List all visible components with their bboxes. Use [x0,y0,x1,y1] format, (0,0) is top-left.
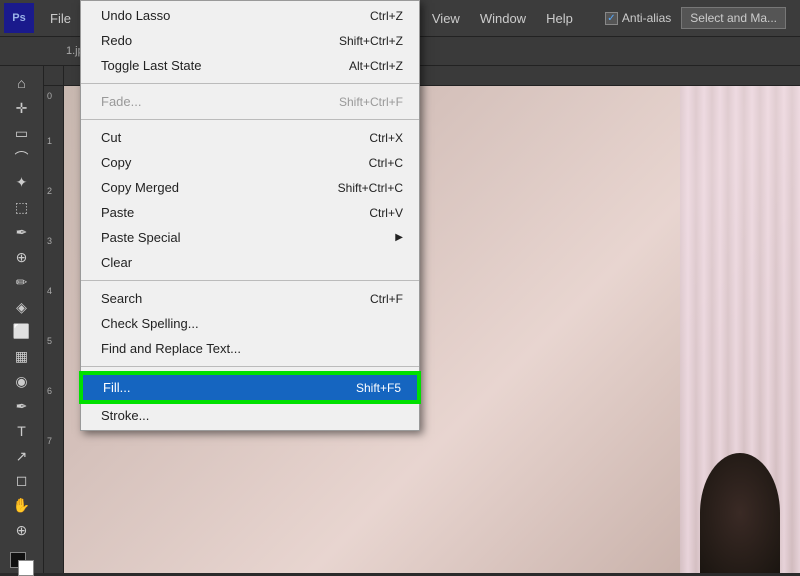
menu-section-5: Fill... Shift+F5 Stroke... [81,370,419,430]
menu-item-clear[interactable]: Clear [81,250,419,275]
menu-item-cut[interactable]: Cut Ctrl+X [81,125,419,150]
menu-section-4: Search Ctrl+F Check Spelling... Find and… [81,284,419,363]
ps-logo: Ps [4,3,34,33]
menu-bar-right: ✓ Anti-alias Select and Ma... [605,7,796,29]
ruler-left-4: 4 [45,286,54,296]
menu-item-search[interactable]: Search Ctrl+F [81,286,419,311]
menu-section-2: Fade... Shift+Ctrl+F [81,87,419,116]
left-toolbar: ⌂ ✛ ▭ ⌒ ✦ ⬚ ✒ ⊕ ✏ ◈ ⬜ ▦ ◉ ✒ T ↗ ◻ ✋ ⊕ [0,66,44,573]
anti-alias-control[interactable]: ✓ Anti-alias [605,11,671,25]
ruler-left-3: 3 [45,236,54,246]
select-mask-button[interactable]: Select and Ma... [681,7,786,29]
marquee-tool[interactable]: ▭ [4,122,40,145]
text-tool[interactable]: T [4,420,40,443]
menu-item-stroke[interactable]: Stroke... [81,403,419,428]
ruler-left-5: 5 [45,336,54,346]
menu-item-check-spelling[interactable]: Check Spelling... [81,311,419,336]
checkmark-icon: ✓ [607,13,615,24]
menu-item-fade[interactable]: Fade... Shift+Ctrl+F [81,89,419,114]
menu-item-copy-merged[interactable]: Copy Merged Shift+Ctrl+C [81,175,419,200]
healing-tool[interactable]: ⊕ [4,246,40,269]
separator-1 [81,83,419,84]
eyedropper-tool[interactable]: ✒ [4,221,40,244]
ruler-corner [44,66,64,86]
figure-silhouette [700,453,780,573]
path-tool[interactable]: ↗ [4,445,40,468]
eraser-tool[interactable]: ⬜ [4,320,40,343]
menu-section-1: Undo Lasso Ctrl+Z Redo Shift+Ctrl+Z Togg… [81,1,419,80]
ruler-left-2: 2 [45,186,54,196]
menu-item-fill[interactable]: Fill... Shift+F5 [81,373,419,402]
dodge-tool[interactable]: ◉ [4,370,40,393]
anti-alias-checkbox[interactable]: ✓ [605,12,618,25]
crop-tool[interactable]: ⬚ [4,196,40,219]
ruler-left-0: 0 [45,91,54,101]
ruler-left-1: 1 [45,136,54,146]
anti-alias-label: Anti-alias [622,11,671,25]
stamp-tool[interactable]: ◈ [4,296,40,319]
edit-dropdown-menu: Undo Lasso Ctrl+Z Redo Shift+Ctrl+Z Togg… [80,0,420,431]
menu-item-redo[interactable]: Redo Shift+Ctrl+Z [81,28,419,53]
separator-3 [81,280,419,281]
submenu-arrow-icon: ▶ [395,232,403,243]
menu-item-toggle[interactable]: Toggle Last State Alt+Ctrl+Z [81,53,419,78]
ruler-left: 0 1 2 3 4 5 6 7 [44,86,64,573]
zoom-tool[interactable]: ⊕ [4,519,40,542]
menu-window[interactable]: Window [470,5,536,32]
menu-view[interactable]: View [422,5,470,32]
home-tool[interactable]: ⌂ [4,72,40,95]
move-tool[interactable]: ✛ [4,97,40,120]
gradient-tool[interactable]: ▦ [4,345,40,368]
lasso-tool[interactable]: ⌒ [4,147,40,170]
menu-item-copy[interactable]: Copy Ctrl+C [81,150,419,175]
pen-tool[interactable]: ✒ [4,395,40,418]
color-swatches[interactable] [4,550,40,573]
magic-wand-tool[interactable]: ✦ [4,171,40,194]
menu-item-find-replace[interactable]: Find and Replace Text... [81,336,419,361]
menu-item-undo[interactable]: Undo Lasso Ctrl+Z [81,3,419,28]
ruler-left-6: 6 [45,386,54,396]
separator-2 [81,119,419,120]
shape-tool[interactable]: ◻ [4,470,40,493]
brush-tool[interactable]: ✏ [4,271,40,294]
hand-tool[interactable]: ✋ [4,494,40,517]
menu-item-paste[interactable]: Paste Ctrl+V [81,200,419,225]
menu-file[interactable]: File [40,5,81,32]
separator-4 [81,366,419,367]
menu-help[interactable]: Help [536,5,583,32]
ruler-left-7: 7 [45,436,54,446]
menu-section-3: Cut Ctrl+X Copy Ctrl+C Copy Merged Shift… [81,123,419,277]
menu-item-paste-special[interactable]: Paste Special ▶ [81,225,419,250]
